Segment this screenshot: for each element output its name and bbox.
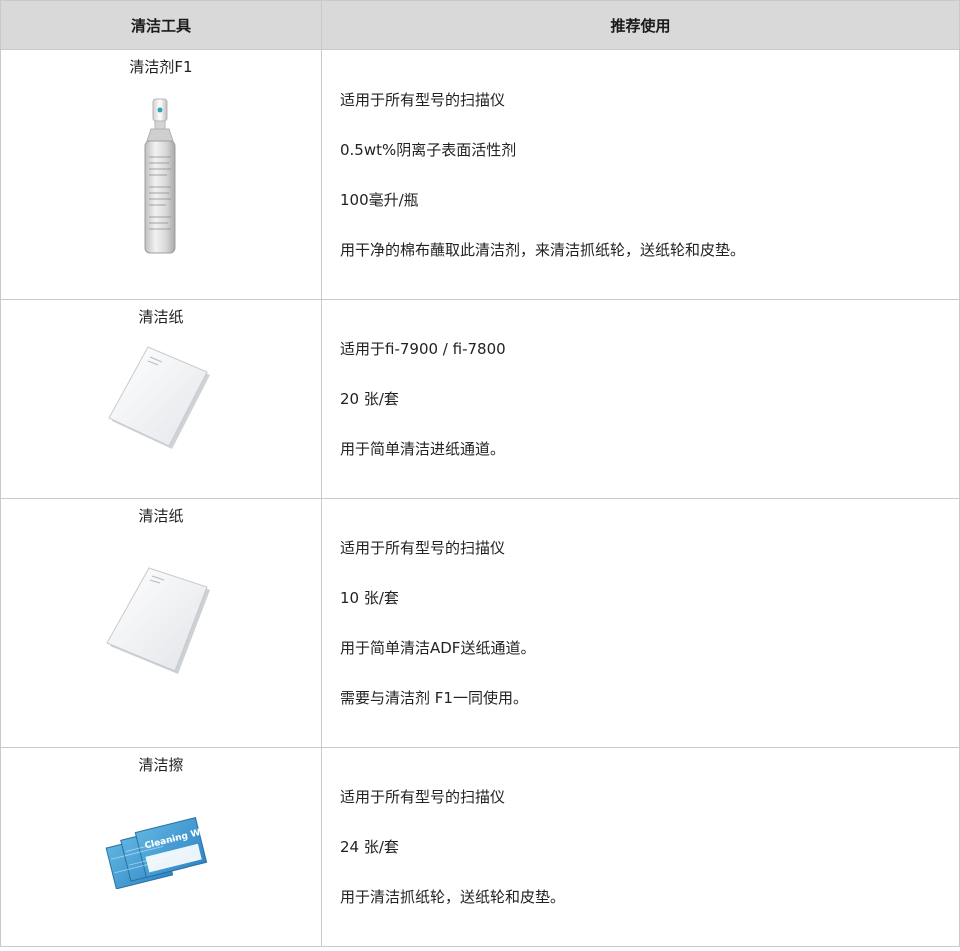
description-line: 用于简单清洁进纸通道。 [340, 440, 506, 458]
tool-cell: 清洁纸 [0, 498, 322, 748]
header-recommended-use: 推荐使用 [321, 0, 960, 50]
description-line: 需要与清洁剂 F1一同使用。 [340, 689, 528, 707]
description-cell: 适用于所有型号的扫描仪 24 张/套 用于清洁抓纸轮，送纸轮和皮垫。 [321, 747, 960, 947]
tool-name: 清洁擦 [138, 756, 184, 774]
description-line: 适用于fi-7900 / fi-7800 [340, 340, 506, 358]
description-line: 适用于所有型号的扫描仪 [340, 90, 506, 109]
table-row: 清洁纸 [0, 498, 960, 748]
tool-cell: 清洁剂F1 [0, 49, 322, 300]
description-cell: 适用于fi-7900 / fi-7800 20 张/套 用于简单清洁进纸通道。 [321, 299, 960, 499]
description-line: 用干净的棉布蘸取此清洁剂，来清洁抓纸轮，送纸轮和皮垫。 [340, 240, 746, 259]
table-row: 清洁擦 Cleaning Wipe 适用于所有型号的扫描仪 24 张/套 用于清… [0, 747, 960, 947]
tool-cell: 清洁纸 [0, 299, 322, 499]
cleaning-tools-table: 清洁工具 推荐使用 清洁剂F1 适用于所有型号的扫描仪 0.5wt%阴离子表面活… [0, 0, 960, 947]
tool-name: 清洁剂F1 [129, 58, 193, 76]
tool-name: 清洁纸 [138, 507, 184, 525]
description-line: 24 张/套 [340, 838, 399, 856]
description-line: 用于清洁抓纸轮，送纸轮和皮垫。 [340, 888, 566, 906]
table-row: 清洁纸 [0, 299, 960, 499]
description-line: 20 张/套 [340, 390, 399, 408]
tool-name: 清洁纸 [138, 308, 184, 326]
tool-cell: 清洁擦 Cleaning Wipe [0, 747, 322, 947]
description-line: 0.5wt%阴离子表面活性剂 [340, 140, 517, 159]
cleaning-paper-icon [106, 566, 216, 686]
description-line: 10 张/套 [340, 589, 399, 607]
description-line: 用于简单清洁ADF送纸通道。 [340, 639, 536, 657]
description-cell: 适用于所有型号的扫描仪 0.5wt%阴离子表面活性剂 100毫升/瓶 用干净的棉… [321, 49, 960, 300]
description-cell: 适用于所有型号的扫描仪 10 张/套 用于简单清洁ADF送纸通道。 需要与清洁剂… [321, 498, 960, 748]
spray-bottle-icon [131, 97, 191, 257]
description-line: 适用于所有型号的扫描仪 [340, 788, 506, 806]
description-line: 适用于所有型号的扫描仪 [340, 539, 506, 557]
description-line: 100毫升/瓶 [340, 190, 419, 209]
table-header-row: 清洁工具 推荐使用 [0, 0, 960, 50]
cleaning-wipes-icon: Cleaning Wipe [105, 817, 217, 890]
header-cleaning-tool: 清洁工具 [0, 0, 322, 50]
table-row: 清洁剂F1 适用于所有型号的扫描仪 0.5wt%阴离子表面活性剂 100毫升/瓶… [0, 49, 960, 300]
cleaning-paper-icon [106, 345, 216, 455]
